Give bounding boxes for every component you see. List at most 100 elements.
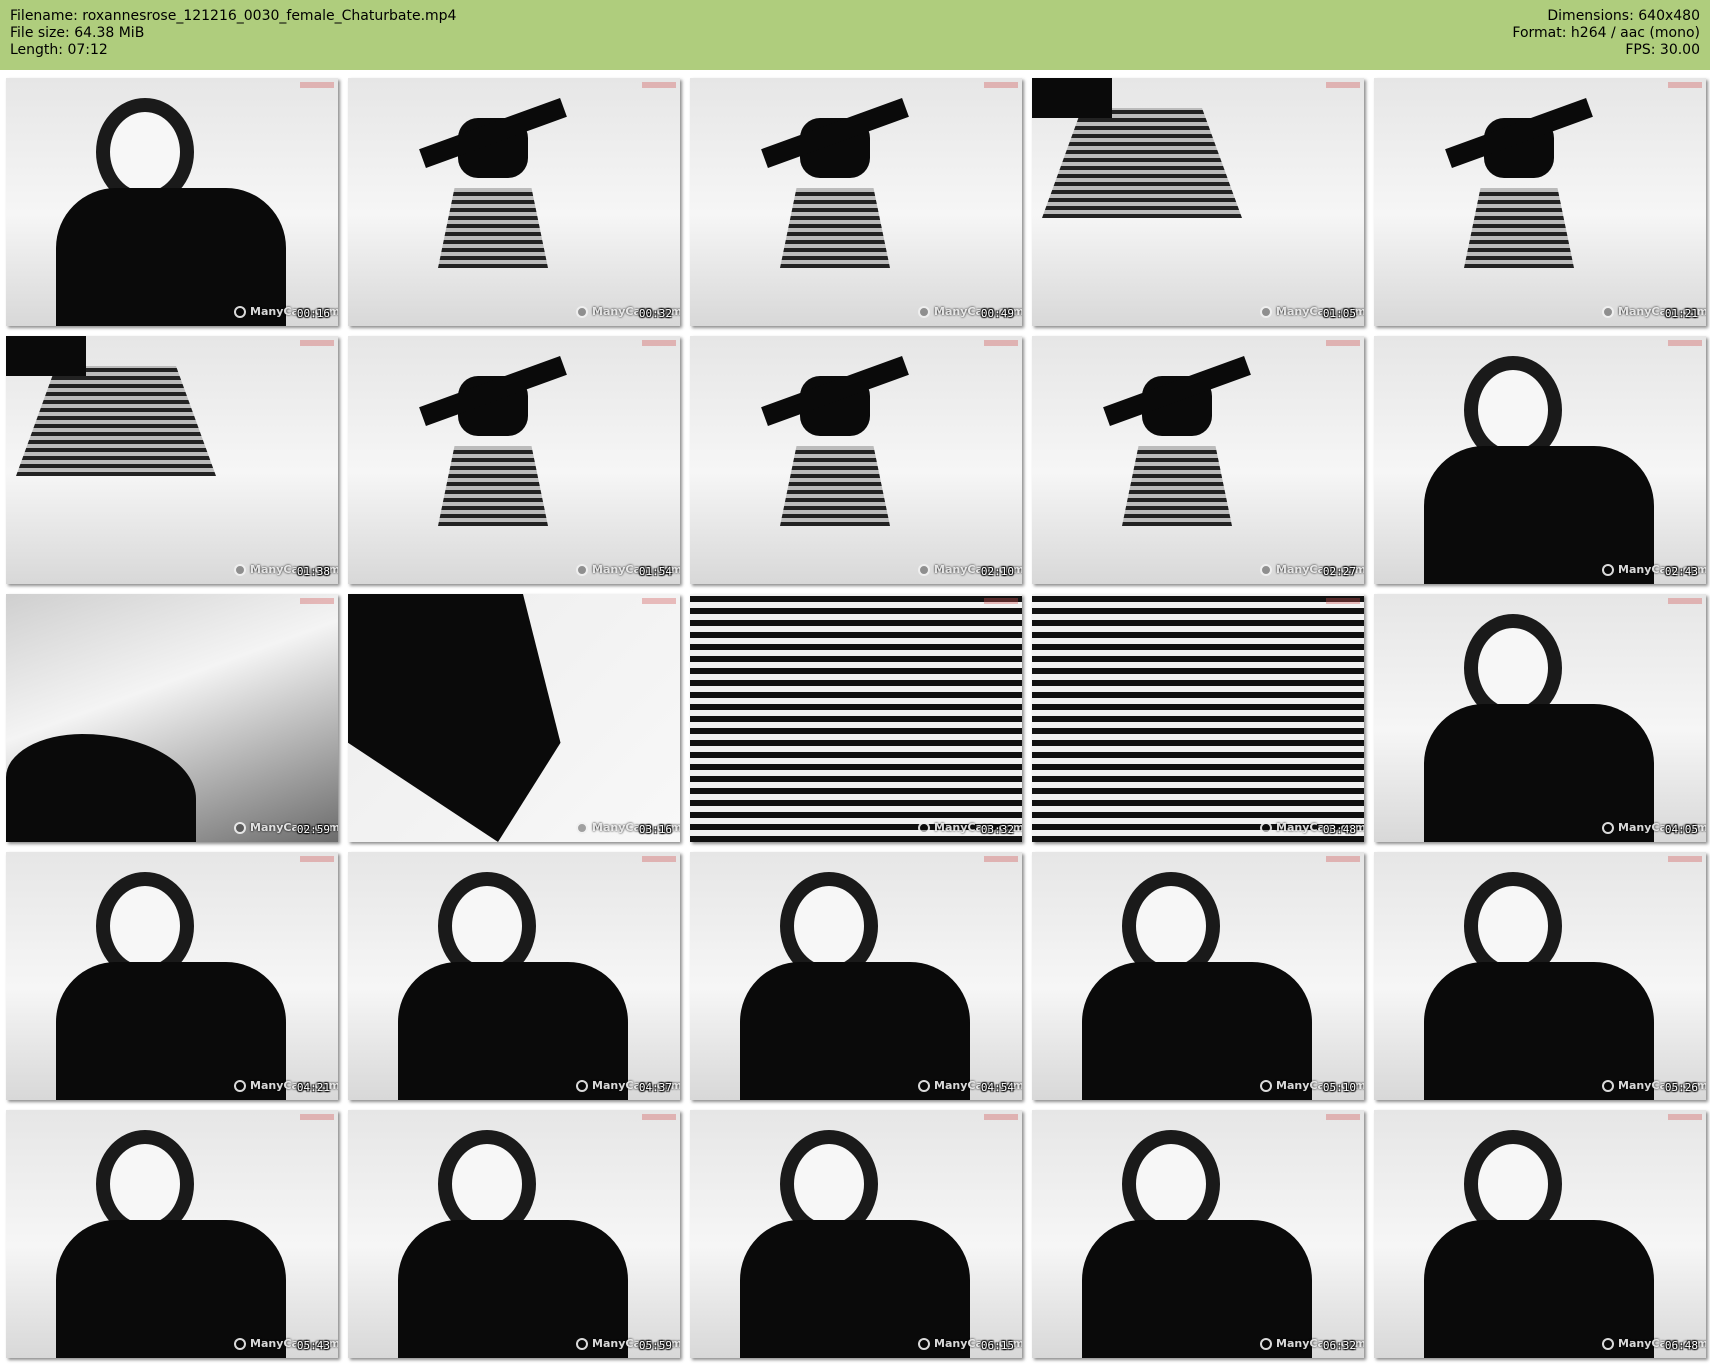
thumbnail[interactable]: ManyCam.com 00:16 [6, 78, 338, 326]
corner-watermark [642, 598, 676, 604]
thumbnail[interactable]: ManyCam.com 03:16 [348, 594, 680, 842]
thumbnail-timestamp: 03:32 [980, 823, 1014, 836]
camera-icon [1602, 1337, 1614, 1350]
thumbnail-timestamp: 02:10 [980, 565, 1014, 578]
corner-watermark [642, 82, 676, 88]
camera-icon [234, 1337, 246, 1350]
thumbnail[interactable]: ManyCam.com 06:48 [1374, 1110, 1706, 1358]
video-info: Dimensions: 640x480 Format: h264 / aac (… [1512, 8, 1700, 62]
thumbnail[interactable]: ManyCam.com 04:37 [348, 852, 680, 1100]
thumbnail[interactable]: ManyCam.com 01:54 [348, 336, 680, 584]
camera-icon [1260, 1337, 1272, 1350]
file-info: Filename: roxannesrose_121216_0030_femal… [10, 8, 456, 62]
thumbnail-timestamp: 06:48 [1664, 1339, 1698, 1352]
thumbnail[interactable]: ManyCam.com 05:26 [1374, 852, 1706, 1100]
thumbnail[interactable]: ManyCam.com 01:05 [1032, 78, 1364, 326]
filename: Filename: roxannesrose_121216_0030_femal… [10, 8, 457, 24]
camera-icon [1602, 821, 1614, 834]
corner-watermark [984, 340, 1018, 346]
corner-watermark [1326, 340, 1360, 346]
thumbnail[interactable]: ManyCam.com 01:21 [1374, 78, 1706, 326]
thumbnail-timestamp: 06:15 [980, 1339, 1014, 1352]
thumbnail-timestamp: 01:38 [296, 565, 330, 578]
thumbnail-figure [438, 188, 548, 268]
camera-icon [234, 305, 246, 318]
thumbnail[interactable]: ManyCam.com 02:43 [1374, 336, 1706, 584]
thumbnail[interactable]: ManyCam.com 06:15 [690, 1110, 1022, 1358]
thumbnail-timestamp: 04:54 [980, 1081, 1014, 1094]
corner-watermark [1326, 856, 1360, 862]
thumbnail-timestamp: 04:21 [296, 1081, 330, 1094]
camera-icon [234, 1079, 246, 1092]
camera-icon [918, 1337, 930, 1350]
format: Format: h264 / aac (mono) [1512, 25, 1700, 41]
camera-icon [918, 563, 930, 576]
corner-watermark [984, 856, 1018, 862]
camera-icon [1260, 821, 1272, 834]
thumbnail[interactable]: ManyCam.com 04:21 [6, 852, 338, 1100]
camera-icon [1602, 305, 1614, 318]
thumbnail-timestamp: 00:32 [638, 307, 672, 320]
camera-icon [918, 821, 930, 834]
thumbnail-timestamp: 03:16 [638, 823, 672, 836]
corner-watermark [642, 340, 676, 346]
corner-watermark [300, 82, 334, 88]
thumbnail-figure [1464, 188, 1574, 268]
file-size: File size: 64.38 MiB [10, 25, 145, 41]
thumbnail[interactable]: ManyCam.com 04:05 [1374, 594, 1706, 842]
thumbnail[interactable]: ManyCam.com 04:54 [690, 852, 1022, 1100]
thumbnail[interactable]: ManyCam.com 01:38 [6, 336, 338, 584]
corner-watermark [1326, 82, 1360, 88]
thumbnail[interactable]: ManyCam.com 05:10 [1032, 852, 1364, 1100]
info-header: Filename: roxannesrose_121216_0030_femal… [0, 0, 1710, 70]
corner-watermark [984, 598, 1018, 604]
thumbnail[interactable]: ManyCam.com 03:32 [690, 594, 1022, 842]
thumbnail[interactable]: ManyCam.com 03:48 [1032, 594, 1364, 842]
camera-icon [918, 1079, 930, 1092]
corner-watermark [300, 598, 334, 604]
corner-watermark [1326, 1114, 1360, 1120]
thumbnail-timestamp: 03:48 [1322, 823, 1356, 836]
camera-icon [234, 563, 246, 576]
thumbnail[interactable]: ManyCam.com 02:10 [690, 336, 1022, 584]
camera-icon [1260, 563, 1272, 576]
corner-watermark [300, 856, 334, 862]
thumbnail-timestamp: 02:59 [296, 823, 330, 836]
thumbnail[interactable]: ManyCam.com 02:27 [1032, 336, 1364, 584]
corner-watermark [1668, 340, 1702, 346]
corner-watermark [1668, 1114, 1702, 1120]
camera-icon [234, 821, 246, 834]
thumbnail-timestamp: 00:16 [296, 307, 330, 320]
thumbnail-timestamp: 04:37 [638, 1081, 672, 1094]
thumbnail-timestamp: 04:05 [1664, 823, 1698, 836]
thumbnail-timestamp: 05:10 [1322, 1081, 1356, 1094]
thumbnail-timestamp: 00:49 [980, 307, 1014, 320]
thumbnail[interactable]: ManyCam.com 05:43 [6, 1110, 338, 1358]
camera-icon [1602, 1079, 1614, 1092]
thumbnail-figure [438, 446, 548, 526]
thumbnail-timestamp: 05:59 [638, 1339, 672, 1352]
thumbnail-image [1032, 594, 1364, 842]
thumbnail-timestamp: 06:32 [1322, 1339, 1356, 1352]
thumbnail[interactable]: ManyCam.com 02:59 [6, 594, 338, 842]
thumbnail-figure [780, 446, 890, 526]
thumbnail-timestamp: 02:43 [1664, 565, 1698, 578]
camera-icon [576, 563, 588, 576]
thumbnail-figure [1122, 446, 1232, 526]
thumbnail-timestamp: 01:05 [1322, 307, 1356, 320]
corner-watermark [1668, 856, 1702, 862]
thumbnail-timestamp: 05:26 [1664, 1081, 1698, 1094]
thumbnail-timestamp: 05:43 [296, 1339, 330, 1352]
length: Length: 07:12 [10, 42, 108, 58]
thumbnail[interactable]: ManyCam.com 06:32 [1032, 1110, 1364, 1358]
camera-icon [576, 1337, 588, 1350]
thumbnail[interactable]: ManyCam.com 00:49 [690, 78, 1022, 326]
corner-watermark [1668, 598, 1702, 604]
fps: FPS: 30.00 [1625, 42, 1700, 58]
corner-watermark [300, 1114, 334, 1120]
thumbnail-timestamp: 02:27 [1322, 565, 1356, 578]
thumbnail-figure [1032, 78, 1112, 118]
corner-watermark [642, 856, 676, 862]
thumbnail[interactable]: ManyCam.com 00:32 [348, 78, 680, 326]
thumbnail[interactable]: ManyCam.com 05:59 [348, 1110, 680, 1358]
